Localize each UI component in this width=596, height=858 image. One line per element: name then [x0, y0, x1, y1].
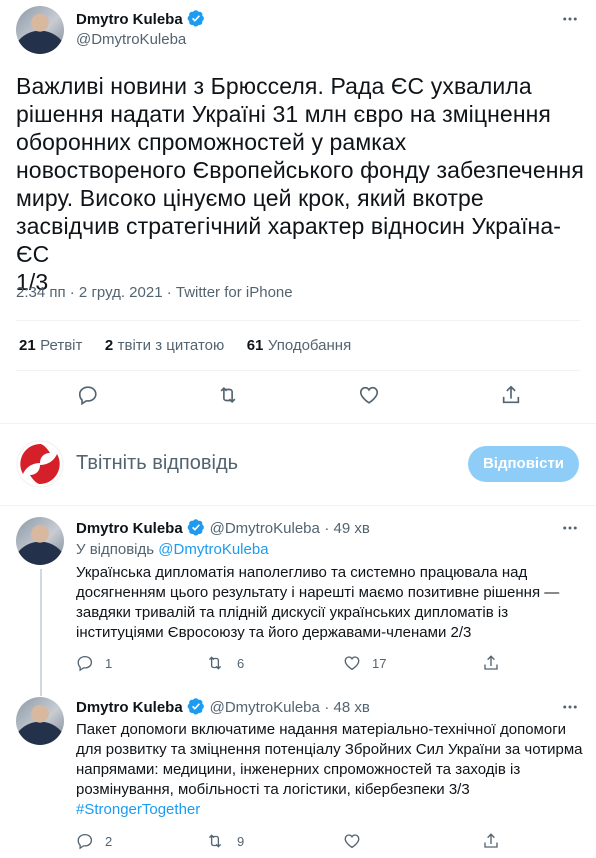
like-icon[interactable]: [343, 832, 361, 855]
quotes-count: 2: [104, 337, 114, 354]
tweet-text-line: рішення надати Україні 31 млн євро на зм…: [16, 101, 551, 127]
like-icon[interactable]: [358, 384, 380, 411]
reply-icon[interactable]: [76, 654, 94, 677]
author-name[interactable]: Dmytro Kuleba: [76, 11, 183, 28]
reply-count: 1: [105, 656, 113, 671]
reply-author-name[interactable]: Dmytro Kuleba: [76, 699, 183, 716]
replying-to: У відповідь @DmytroKuleba: [76, 541, 269, 558]
share-icon[interactable]: [482, 832, 500, 855]
reply-icon[interactable]: [77, 384, 99, 411]
retweets-label: Ретвіт: [40, 337, 83, 354]
reply-text-line: інституціями Євросоюзу та його державами…: [76, 624, 472, 641]
retweets-stat[interactable]: 21 Ретвіт: [19, 337, 87, 354]
likes-stat[interactable]: 61 Уподобання: [247, 337, 352, 354]
tweet-text-line: миру. Високо цінуємо цей крок, який вкот…: [16, 185, 484, 211]
reply-text: Пакет допомоги включатиме надання матері…: [76, 720, 588, 820]
quotes-label: твіти з цитатою: [117, 337, 225, 354]
divider: [0, 505, 596, 506]
verified-badge-icon: [187, 518, 205, 536]
like-icon[interactable]: [343, 654, 361, 677]
reply-header: Dmytro Kuleba @DmytroKuleba · 48 хв: [76, 697, 370, 717]
likes-count: 61: [246, 337, 264, 354]
reply-compose-input[interactable]: Твітніть відповідь: [76, 452, 446, 475]
reply-avatar[interactable]: [16, 517, 64, 565]
retweet-icon[interactable]: [206, 832, 224, 855]
reply-avatar[interactable]: [16, 697, 64, 745]
reply-author-handle[interactable]: @DmytroKuleba: [210, 699, 320, 716]
tweet-text: Важливі новини з Брюсселя. Рада ЄС ухвал…: [16, 72, 586, 296]
author-header: Dmytro Kuleba @DmytroKuleba: [76, 9, 205, 48]
retweet-icon[interactable]: [206, 654, 224, 677]
more-options-icon[interactable]: [561, 519, 579, 542]
reply-icon[interactable]: [76, 832, 94, 855]
more-options-icon[interactable]: [561, 698, 579, 721]
reply-author-handle[interactable]: @DmytroKuleba: [210, 520, 320, 537]
reply-button[interactable]: Відповісти: [468, 446, 579, 482]
tweet-stats: 21 Ретвіт 2 твіти з цитатою 61 Уподобанн…: [19, 337, 351, 355]
thread-line: [40, 569, 42, 696]
share-icon[interactable]: [500, 384, 522, 411]
verified-badge-icon: [187, 9, 205, 27]
divider: [16, 370, 580, 371]
tweet-text-line: новоствореного Європейського фонду забез…: [16, 157, 584, 183]
reply-text-line: Українська дипломатія наполегливо та сис…: [76, 564, 528, 581]
replying-to-prefix: У відповідь: [76, 541, 159, 558]
verified-badge-icon: [187, 697, 205, 715]
more-options-icon[interactable]: [561, 10, 579, 33]
tweet-text-line: оборонних спроможностей у рамках: [16, 129, 407, 155]
like-count: 17: [372, 656, 387, 671]
reply-time[interactable]: · 49 хв: [324, 520, 369, 537]
reply-header: Dmytro Kuleba @DmytroKuleba · 49 хв: [76, 518, 370, 538]
tweet-text-line: Важливі новини з Брюсселя. Рада ЄС ухвал…: [16, 73, 532, 99]
tweet-text-line: засвідчив стратегічний характер відносин…: [16, 213, 562, 267]
share-icon[interactable]: [482, 654, 500, 677]
retweet-icon[interactable]: [217, 384, 239, 411]
divider: [16, 320, 580, 321]
likes-label: Уподобання: [267, 337, 352, 354]
reply-time[interactable]: · 48 хв: [324, 699, 369, 716]
divider: [0, 423, 596, 424]
user-avatar-logo[interactable]: [16, 440, 64, 488]
reply-text-line: завдяки тривалій та плідній дискусії укр…: [76, 604, 509, 621]
retweet-count: 6: [237, 656, 245, 671]
reply-author-name[interactable]: Dmytro Kuleba: [76, 520, 183, 537]
author-avatar[interactable]: [16, 6, 64, 54]
reply-text-line: розмінування, мобільності та логістики, …: [76, 781, 470, 798]
tweet-timestamp[interactable]: 2:34 пп · 2 груд. 2021 · Twitter for iPh…: [16, 284, 293, 301]
reply-text-line: для розвитку та зміцнення потенціалу Збр…: [76, 741, 583, 758]
reply-count: 2: [105, 834, 113, 849]
hashtag-link[interactable]: #StrongerTogether: [76, 800, 588, 820]
replying-to-handle[interactable]: @DmytroKuleba: [158, 541, 268, 558]
reply-text-line: досягненням цього результату і нарешті м…: [76, 584, 560, 601]
reply-text-line: Пакет допомоги включатиме надання матері…: [76, 721, 567, 738]
retweets-count: 21: [19, 337, 36, 354]
retweet-count: 9: [237, 834, 245, 849]
quotes-stat[interactable]: 2 твіти з цитатою: [105, 337, 229, 354]
reply-text-line: напрямами: медицини, інженерних спроможн…: [76, 761, 521, 778]
author-handle[interactable]: @DmytroKuleba: [76, 31, 205, 48]
reply-text: Українська дипломатія наполегливо та сис…: [76, 563, 586, 643]
